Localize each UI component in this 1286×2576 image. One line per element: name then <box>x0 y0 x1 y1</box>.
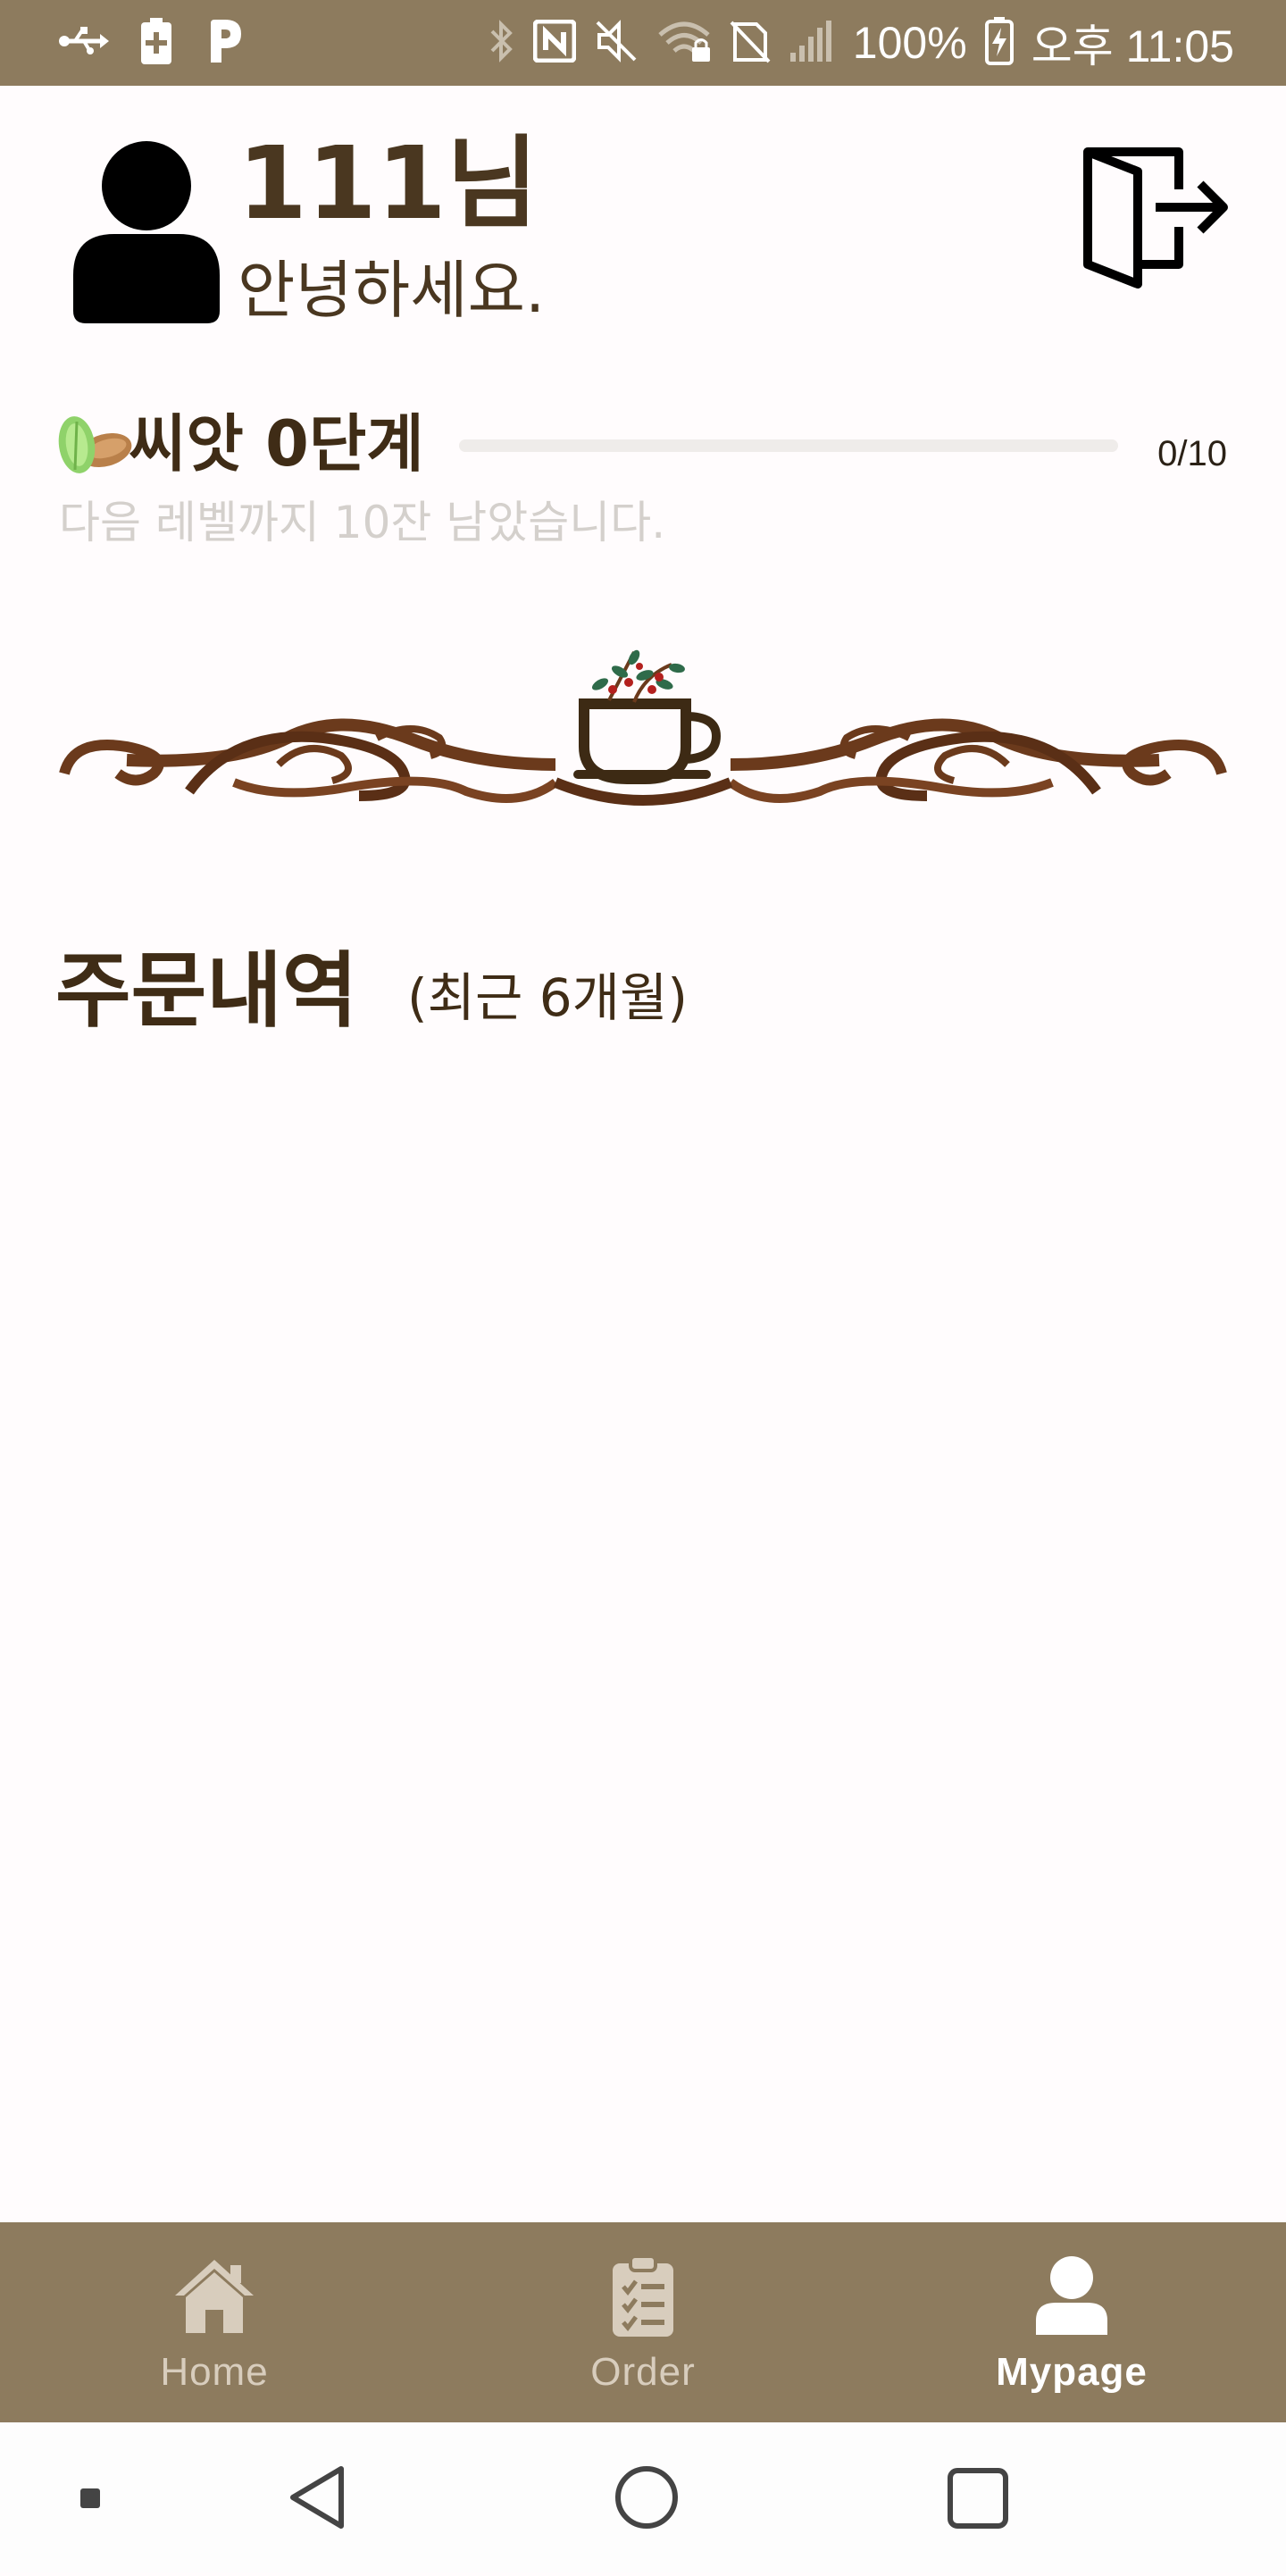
home-icon <box>175 2260 254 2333</box>
user-icon <box>1036 2256 1107 2335</box>
home-circle-icon <box>615 2466 678 2529</box>
bluetooth-icon <box>489 19 515 67</box>
level-hint-text: 다음 레벨까지 10잔 남았습니다. <box>59 497 666 548</box>
wifi-icon <box>656 19 712 67</box>
mute-icon <box>594 19 639 67</box>
orders-list <box>55 1072 1231 2188</box>
parking-app-icon <box>204 18 243 68</box>
user-name: 111님 <box>238 126 539 242</box>
orders-title: 주문내역 <box>55 943 358 1039</box>
system-home-button[interactable] <box>602 2422 691 2572</box>
logout-icon <box>1083 147 1228 289</box>
system-overview-button[interactable] <box>932 2422 1022 2572</box>
battery-saver-icon <box>141 18 171 68</box>
no-sim-icon <box>730 19 771 67</box>
status-bar: 100% 오후 11:05 <box>0 0 1286 86</box>
nav-mypage-label: Mypage <box>996 2350 1148 2394</box>
seed-icon <box>55 414 132 475</box>
nfc-icon <box>532 19 577 66</box>
clipboard-icon <box>613 2254 673 2337</box>
logout-button[interactable] <box>1081 139 1232 291</box>
status-right-icons: 100% 오후 11:05 <box>489 11 1234 75</box>
back-triangle-icon <box>290 2466 344 2529</box>
system-nav-bar <box>0 2422 1286 2572</box>
nav-order[interactable]: Order <box>429 2222 857 2422</box>
status-left-icons <box>59 16 243 70</box>
nav-home-label: Home <box>160 2350 269 2394</box>
nav-order-label: Order <box>590 2350 696 2394</box>
avatar-icon <box>70 141 223 323</box>
usb-icon <box>59 23 109 63</box>
level-progress-bar <box>459 439 1118 452</box>
bottom-nav: Home Order Mypage <box>0 2222 1286 2422</box>
level-progress-count: 0/10 <box>1157 434 1227 473</box>
system-recents-dot-button[interactable] <box>54 2422 125 2572</box>
nav-home[interactable]: Home <box>0 2222 429 2422</box>
level-title: 씨앗 0단계 <box>129 407 424 481</box>
orders-period-label: (최근 6개월) <box>407 967 689 1028</box>
square-dot-icon <box>80 2488 100 2508</box>
nav-mypage[interactable]: Mypage <box>857 2222 1286 2422</box>
system-back-button[interactable] <box>277 2422 366 2572</box>
greeting-text: 안녕하세요. <box>238 254 546 327</box>
coffee-divider-ornament <box>55 640 1231 836</box>
clock: 오후 11:05 <box>1031 21 1234 71</box>
battery-percent: 100% <box>852 18 967 68</box>
signal-icon <box>789 19 835 67</box>
overview-square-icon <box>948 2468 1008 2529</box>
battery-charging-icon <box>984 17 1014 69</box>
